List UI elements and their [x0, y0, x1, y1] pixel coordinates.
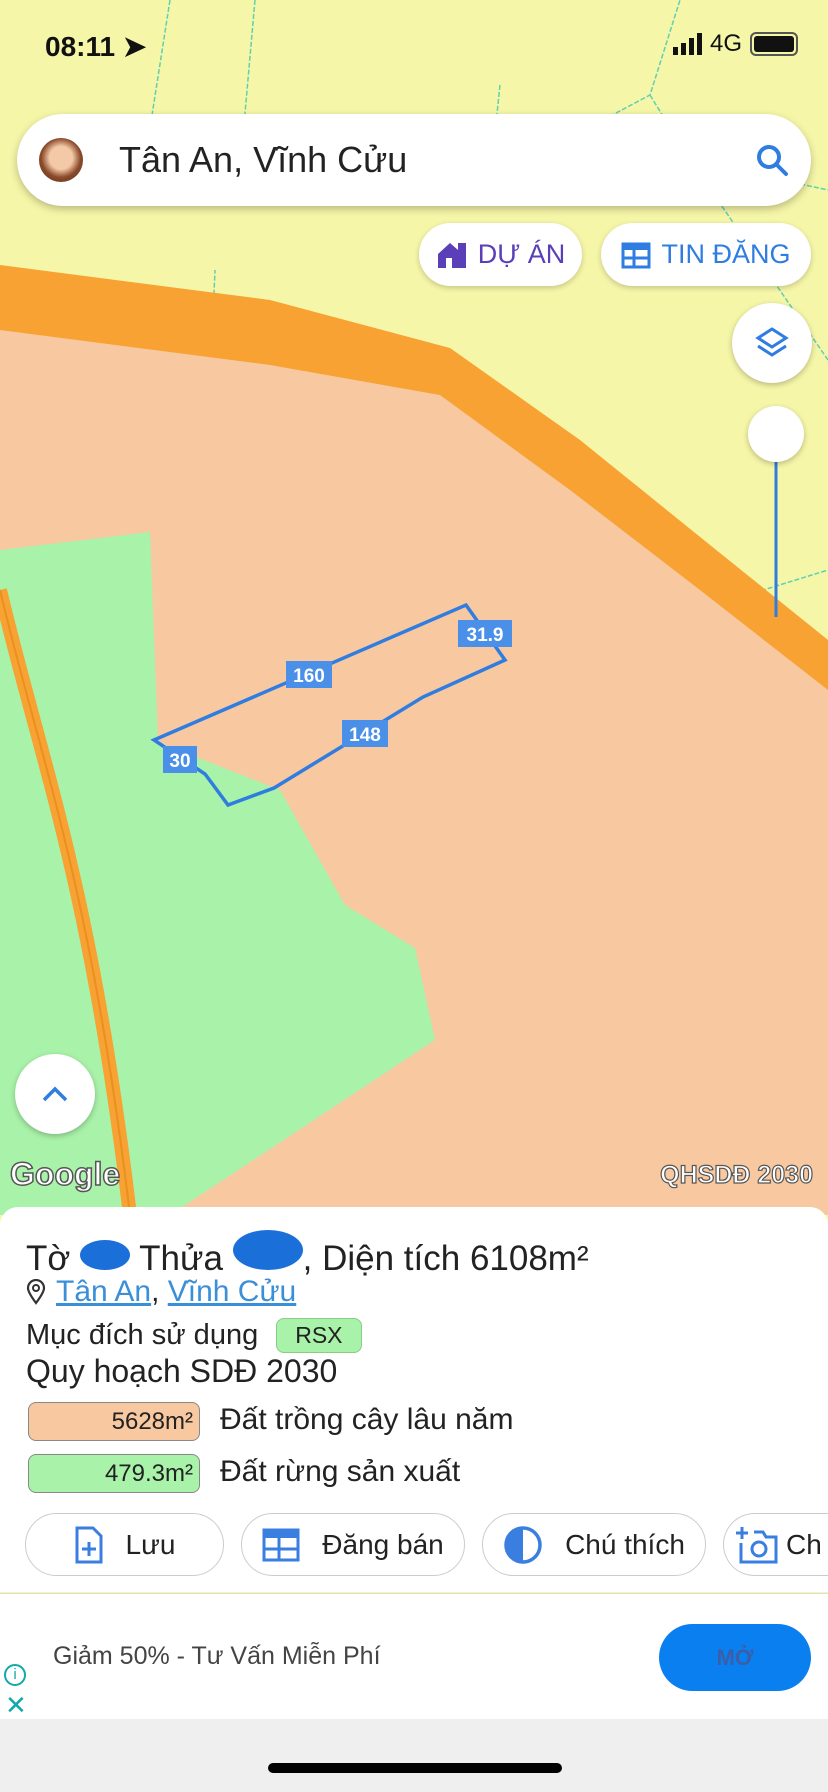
save-button[interactable]: Lưu [25, 1513, 224, 1576]
building-icon [437, 242, 466, 268]
location-arrow-icon: ➤ [122, 31, 147, 62]
ad-text: Giảm 50% - Tư Vấn Miễn Phí [53, 1642, 381, 1670]
search-icon[interactable] [755, 143, 789, 177]
file-add-icon [75, 1526, 103, 1563]
legend-button[interactable]: Chú thích [482, 1513, 706, 1576]
close-icon[interactable]: ✕ [5, 1690, 27, 1721]
layer-label: QHSDĐ 2030 [660, 1161, 813, 1189]
usage-row: Mục đích sử dụng RSX [26, 1318, 362, 1353]
ad-open-button[interactable]: MỞ [659, 1624, 811, 1691]
parcel-location: Tân An, Vĩnh Cửu [26, 1275, 296, 1309]
add-photo-icon [736, 1526, 778, 1563]
title-suffix: , Diện tích 6108m² [302, 1239, 589, 1278]
title-middle: Thửa [139, 1239, 223, 1278]
listing-icon [262, 1528, 300, 1561]
photo-label: Ch [786, 1528, 822, 1560]
layers-icon [755, 327, 789, 357]
search-input[interactable]: Tân An, Vĩnh Cửu [119, 139, 755, 181]
avatar[interactable] [39, 138, 83, 182]
edge-label: 160 [293, 666, 325, 687]
home-area [0, 1719, 828, 1792]
du-an-button[interactable]: DỰ ÁN [419, 223, 582, 286]
search-bar[interactable]: Tân An, Vĩnh Cửu [17, 114, 811, 206]
edge-label: 30 [169, 751, 190, 772]
plan-area-value: 479.3m² [28, 1454, 200, 1493]
listing-icon [621, 242, 651, 268]
plan-area-label: Đất trồng cây lâu năm [220, 1403, 514, 1436]
signal-icon [672, 33, 702, 55]
battery-icon [750, 32, 798, 56]
opacity-slider-handle[interactable] [748, 406, 804, 462]
edge-label: 148 [349, 725, 381, 746]
district-link[interactable]: Vĩnh Cửu [168, 1275, 296, 1308]
parcel-title: Tờ Thửa , Diện tích 6108m² [26, 1230, 589, 1279]
save-label: Lưu [125, 1528, 176, 1560]
tin-dang-button[interactable]: TIN ĐĂNG [601, 223, 811, 286]
plan-title: Quy hoạch SDĐ 2030 [26, 1353, 338, 1389]
layers-button[interactable] [732, 303, 812, 383]
plan-area-value: 5628m² [28, 1402, 200, 1441]
location-pin-icon [26, 1279, 46, 1305]
ad-banner[interactable]: i ✕ Giảm 50% - Tư Vấn Miễn Phí MỞ [0, 1593, 828, 1721]
edge-label: 31.9 [467, 625, 504, 646]
half-circle-icon [504, 1525, 542, 1564]
home-indicator[interactable] [268, 1763, 562, 1773]
post-sale-label: Đăng bán [322, 1528, 444, 1560]
google-logo: Google [10, 1156, 120, 1192]
expand-up-button[interactable] [15, 1054, 95, 1134]
usage-badge: RSX [276, 1318, 362, 1353]
redacted-mark [232, 1230, 303, 1270]
chevron-up-icon [42, 1086, 68, 1102]
redacted-mark [80, 1240, 131, 1270]
du-an-label: DỰ ÁN [477, 239, 566, 269]
tin-dang-label: TIN ĐĂNG [661, 239, 791, 269]
status-icons: 4G [672, 30, 798, 58]
legend-label: Chú thích [565, 1528, 685, 1560]
post-sale-button[interactable]: Đăng bán [241, 1513, 465, 1576]
plan-area-label: Đất rừng sản xuất [220, 1455, 461, 1488]
network-type: 4G [709, 30, 742, 57]
usage-label: Mục đích sử dụng [26, 1319, 259, 1351]
status-time: 08:11 ➤ [45, 31, 147, 62]
ward-link[interactable]: Tân An [56, 1275, 151, 1308]
photo-button[interactable]: Ch [723, 1513, 828, 1576]
info-icon[interactable]: i [4, 1664, 26, 1686]
title-prefix: Tờ [26, 1239, 71, 1278]
